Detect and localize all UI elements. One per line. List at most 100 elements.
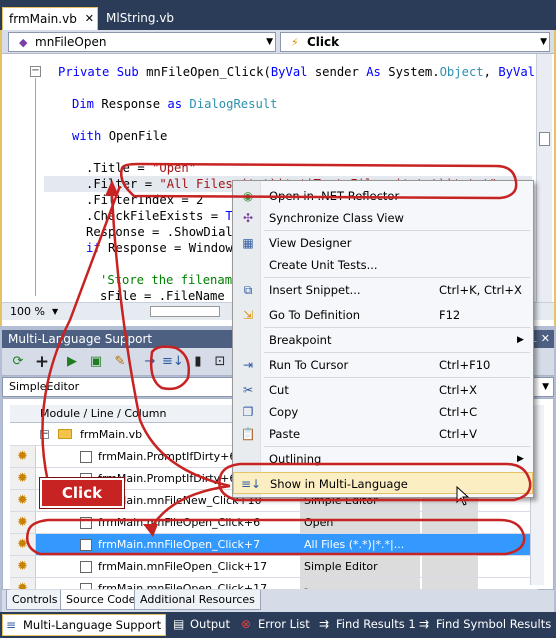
table-row[interactable]: ✹ frmMain.mnFileOpen_Click+6 Open <box>10 512 538 534</box>
menu-separator <box>264 446 530 447</box>
chevron-down-icon[interactable]: ▼ <box>542 378 549 396</box>
member-combo-value: mnFileOpen <box>35 35 107 49</box>
menu-item-open-in-reflector[interactable]: ◉ Open in .NET Reflector <box>233 185 533 207</box>
close-icon[interactable]: ✕ <box>85 8 94 30</box>
menu-item-paste[interactable]: 📋 Paste Ctrl+V <box>233 423 533 445</box>
code-line-with: with OpenFile <box>72 129 168 143</box>
chevron-down-icon[interactable]: ▼ <box>266 33 273 51</box>
play-icon[interactable]: ▶ <box>62 352 82 372</box>
row-checkbox[interactable] <box>80 451 92 463</box>
menu-separator <box>264 377 530 378</box>
table-row-selected[interactable]: ✹ frmMain.mnFileOpen_Click+7 All Files (*.… <box>10 534 538 556</box>
collapse-toggle[interactable]: − <box>40 430 49 439</box>
code-line-sub-declaration: Private Sub mnFileOpen_Click(ByVal sende… <box>58 65 550 79</box>
warning-icon: ✹ <box>10 578 36 589</box>
member-combo[interactable]: ◆ mnFileOpen ▼ <box>8 32 276 52</box>
tab-source-code[interactable]: Source Code <box>60 590 142 610</box>
menu-item-run-to-cursor[interactable]: ⇥ Run To Cursor Ctrl+F10 <box>233 354 533 376</box>
zoom-level[interactable]: 100 % <box>10 303 45 320</box>
editor-navigation-bar: ◆ mnFileOpen ▼ ⚡ Click ▼ <box>2 30 554 54</box>
document-tab-bar: frmMain.vb ✕ MlString.vb <box>0 0 556 30</box>
table-row[interactable]: ✹ frmMain.mnFileOpen_Click+17- <box>10 578 538 590</box>
close-icon[interactable]: ✕ <box>541 332 550 345</box>
tab-frmmain-vb[interactable]: frmMain.vb ✕ <box>2 7 98 30</box>
tab-mlstring-vb[interactable]: MlString.vb <box>100 7 174 30</box>
copy-icon: ❐ <box>242 405 254 419</box>
snippet-icon: ⧉ <box>243 283 253 297</box>
tab-output[interactable]: ▤ Output <box>170 614 230 636</box>
menu-item-go-to-definition[interactable]: ⇲ Go To Definition F12 <box>233 304 533 326</box>
sync-class-view-icon: ✣ <box>242 211 254 225</box>
code-line-checkfileexists: .CheckFileExists = Tr <box>86 209 240 223</box>
menu-item-copy[interactable]: ❐ Copy Ctrl+C <box>233 401 533 423</box>
event-combo-value: Click <box>307 35 340 49</box>
warning-icon: ✹ <box>10 534 36 555</box>
horizontal-scroll-thumb[interactable] <box>150 306 220 317</box>
warning-icon: ✹ <box>10 490 36 511</box>
scroll-thumb[interactable] <box>539 132 550 146</box>
editor-vertical-scrollbar[interactable] <box>536 54 552 302</box>
edit-icon[interactable]: ✎ <box>110 352 130 372</box>
warning-icon: ✹ <box>10 446 36 467</box>
code-line-dim: Dim Response as DialogResult <box>72 97 278 111</box>
tab-error-list[interactable]: ⊗ Error List <box>238 614 310 636</box>
event-combo[interactable]: ⚡ Click ▼ <box>280 32 550 52</box>
collapse-toggle[interactable]: − <box>30 66 41 77</box>
menu-item-outlining[interactable]: Outlining ▶ <box>233 448 533 470</box>
tab-additional-resources[interactable]: Additional Resources <box>134 590 261 610</box>
error-list-icon: ⊗ <box>241 617 252 631</box>
warning-icon: ✹ <box>10 512 36 533</box>
view-designer-icon: ▦ <box>242 236 254 250</box>
tab-controls[interactable]: Controls <box>6 590 64 610</box>
folder-icon <box>58 429 72 439</box>
column-header-module[interactable]: Module / Line / Column <box>40 405 166 422</box>
show-multilanguage-icon[interactable]: ≡↓ <box>162 352 184 372</box>
language-icon[interactable]: ▮ <box>188 352 208 372</box>
tab-find-results-1[interactable]: ⇉ Find Results 1 <box>316 614 416 636</box>
click-callout: Click <box>40 478 124 508</box>
reflector-icon: ◉ <box>242 189 254 203</box>
menu-item-breakpoint[interactable]: Breakpoint ▶ <box>233 329 533 351</box>
code-line-comment: 'Store the filename <box>100 273 240 287</box>
folder-label: frmMain.vb <box>80 428 143 441</box>
show-multilanguage-icon: ≡↓ <box>241 477 262 491</box>
outline-guide <box>35 78 36 296</box>
table-row[interactable]: ✹ frmMain.mnFileOpen_Click+17 Simple Edito… <box>10 556 538 578</box>
export-icon[interactable]: ▣ <box>86 352 106 372</box>
row-checkbox[interactable] <box>80 583 92 589</box>
goto-definition-icon: ⇲ <box>242 308 254 322</box>
menu-item-synchronize-class-view[interactable]: ✣ Synchronize Class View <box>233 207 533 229</box>
submenu-arrow-icon: ▶ <box>517 335 524 345</box>
menu-item-cut[interactable]: ✂ Cut Ctrl+X <box>233 379 533 401</box>
find-symbol-icon: ⇉ <box>419 617 430 631</box>
tab-find-symbol-results[interactable]: ⇉ Find Symbol Results <box>416 614 551 636</box>
warning-icon: ✹ <box>10 468 36 489</box>
multilanguage-icon: ≡ <box>6 618 17 632</box>
project-select-value: SimpleEditor <box>9 380 80 393</box>
code-line-showdialog: Response = .ShowDialo <box>86 225 241 239</box>
code-line-filterindex: .FilterIndex = 2 <box>86 193 204 207</box>
refresh-icon[interactable]: ⟳ <box>8 352 28 372</box>
tool-window-tabs: ≡ Multi-Language Support ▤ Output ⊗ Error L… <box>0 612 556 638</box>
chevron-down-icon[interactable]: ▼ <box>540 33 547 51</box>
row-checkbox[interactable] <box>80 539 92 551</box>
menu-item-insert-snippet[interactable]: ⧉ Insert Snippet... Ctrl+K, Ctrl+X <box>233 279 533 301</box>
arrow-right-icon[interactable]: → <box>140 352 160 372</box>
add-icon[interactable]: + <box>32 352 52 372</box>
code-line-if: if Response = Windows <box>86 241 241 255</box>
event-lightning-icon: ⚡ <box>291 36 299 49</box>
tab-multi-language-support[interactable]: ≡ Multi-Language Support <box>2 614 166 636</box>
menu-separator <box>264 327 530 328</box>
resource-icon[interactable]: ⊡ <box>210 352 230 372</box>
menu-item-create-unit-tests[interactable]: Create Unit Tests... <box>233 254 533 276</box>
menu-item-show-in-multi-language[interactable]: ≡↓ Show in Multi-Language <box>233 472 533 494</box>
paste-icon: 📋 <box>240 427 256 441</box>
row-checkbox[interactable] <box>80 561 92 573</box>
panel-sub-tabs: Controls Source Code Additional Resource… <box>2 590 554 612</box>
warning-icon: ✹ <box>10 556 36 577</box>
row-checkbox[interactable] <box>80 517 92 529</box>
chevron-down-icon[interactable]: ▼ <box>52 303 58 320</box>
cut-icon: ✂ <box>242 383 254 397</box>
method-icon: ◆ <box>19 36 28 49</box>
menu-item-view-designer[interactable]: ▦ View Designer <box>233 232 533 254</box>
